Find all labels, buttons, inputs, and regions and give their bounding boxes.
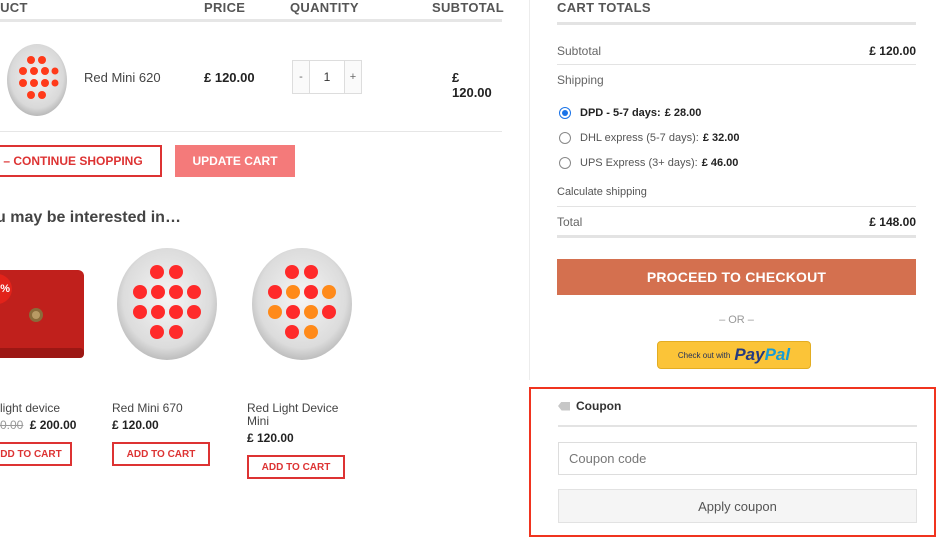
- header-price: PRICE: [204, 0, 246, 15]
- totals-divider: [557, 206, 916, 207]
- cart-table-header: ODUCT PRICE QUANTITY SUBTOTAL: [0, 0, 504, 22]
- related-products-heading: u may be interested in…: [0, 209, 181, 226]
- coupon-section: Coupon Coupon code Apply coupon: [529, 387, 936, 537]
- coupon-divider: [558, 425, 917, 427]
- cart-item-row: Red Mini 620 £ 120.00 - 1 + £ 120.00: [0, 28, 502, 132]
- add-to-cart-button[interactable]: ADD TO CART: [112, 442, 210, 466]
- quantity-decrease-button[interactable]: -: [292, 60, 310, 94]
- related-product-card: Red Light Device Mini £ 120.00 ADD TO CA…: [247, 240, 357, 479]
- total-value: £ 148.00: [869, 215, 916, 229]
- column-divider: [529, 0, 530, 380]
- shipping-option-ups[interactable]: UPS Express (3+ days): £ 46.00: [559, 157, 738, 169]
- total-label: Total: [557, 215, 583, 229]
- quantity-increase-button[interactable]: +: [344, 60, 362, 94]
- shipping-option-label: DHL express (5-7 days):: [580, 132, 699, 144]
- cart-totals-title: CART TOTALS: [557, 0, 651, 15]
- paypal-logo-pay: Pay: [734, 345, 765, 364]
- related-product-card: % light device 0.00 £ 200.00 DD TO CART: [0, 240, 86, 466]
- coupon-heading: Coupon: [558, 399, 621, 413]
- related-product-price: 0.00 £ 200.00: [0, 418, 86, 432]
- shipping-label: Shipping: [557, 73, 604, 87]
- shipping-option-price: £ 32.00: [702, 132, 740, 144]
- cart-item-subtotal: £ 120.00: [452, 70, 492, 100]
- related-product-price: £ 120.00: [112, 418, 159, 432]
- related-product-image[interactable]: [247, 240, 357, 368]
- product-image-red-mini-620[interactable]: [4, 40, 70, 118]
- radio-icon[interactable]: [559, 132, 571, 144]
- related-product-sale-price: £ 200.00: [29, 418, 77, 432]
- paypal-logo: PayPal: [734, 345, 790, 365]
- radio-selected-icon[interactable]: [559, 107, 571, 119]
- radio-icon[interactable]: [559, 157, 571, 169]
- shipping-option-label: UPS Express (3+ days):: [580, 157, 698, 169]
- proceed-to-checkout-button[interactable]: PROCEED TO CHECKOUT: [557, 259, 916, 295]
- add-to-cart-button[interactable]: ADD TO CART: [247, 455, 345, 479]
- header-product: ODUCT: [0, 0, 28, 15]
- related-product-price: £ 120.00: [247, 431, 294, 445]
- related-product-image[interactable]: [112, 240, 222, 368]
- cart-item-name[interactable]: Red Mini 620: [84, 70, 161, 85]
- related-product-name[interactable]: Red Mini 670: [112, 402, 222, 415]
- add-to-cart-button[interactable]: DD TO CART: [0, 442, 72, 466]
- shipping-option-dhl[interactable]: DHL express (5-7 days): £ 32.00: [559, 132, 740, 144]
- related-product-name[interactable]: Red Light Device Mini: [247, 402, 357, 428]
- update-cart-button[interactable]: UPDATE CART: [175, 145, 295, 177]
- calculate-shipping-link[interactable]: Calculate shipping: [557, 186, 647, 198]
- paypal-checkout-button[interactable]: Check out with PayPal: [657, 341, 811, 369]
- related-product-old-price: 0.00: [0, 418, 24, 432]
- related-product-image[interactable]: %: [0, 240, 84, 368]
- totals-divider: [557, 235, 916, 238]
- related-product-card: Red Mini 670 £ 120.00 ADD TO CART: [112, 240, 222, 466]
- coupon-title: Coupon: [576, 399, 622, 413]
- paypal-small-text: Check out with: [677, 350, 731, 360]
- shipping-option-price: £ 46.00: [701, 157, 739, 169]
- continue-shopping-button[interactable]: – CONTINUE SHOPPING: [0, 145, 162, 177]
- totals-divider: [557, 22, 916, 25]
- subtotal-label: Subtotal: [557, 44, 602, 58]
- apply-coupon-button[interactable]: Apply coupon: [558, 489, 917, 523]
- paypal-logo-pal: Pal: [764, 345, 791, 364]
- quantity-input[interactable]: 1: [310, 60, 344, 94]
- shipping-option-price: £ 28.00: [664, 107, 702, 119]
- header-subtotal: SUBTOTAL: [432, 0, 504, 15]
- totals-divider: [557, 64, 916, 65]
- cart-item-price: £ 120.00: [204, 70, 255, 85]
- tag-icon: [558, 401, 570, 411]
- quantity-stepper: - 1 +: [292, 60, 364, 94]
- or-separator: – OR –: [719, 314, 754, 326]
- coupon-code-input[interactable]: Coupon code: [558, 442, 917, 475]
- header-quantity: QUANTITY: [290, 0, 359, 15]
- subtotal-value: £ 120.00: [869, 44, 916, 58]
- shipping-option-label: DPD - 5-7 days:: [580, 107, 661, 119]
- related-product-name[interactable]: light device: [0, 402, 86, 415]
- shipping-option-dpd[interactable]: DPD - 5-7 days: £ 28.00: [559, 107, 701, 119]
